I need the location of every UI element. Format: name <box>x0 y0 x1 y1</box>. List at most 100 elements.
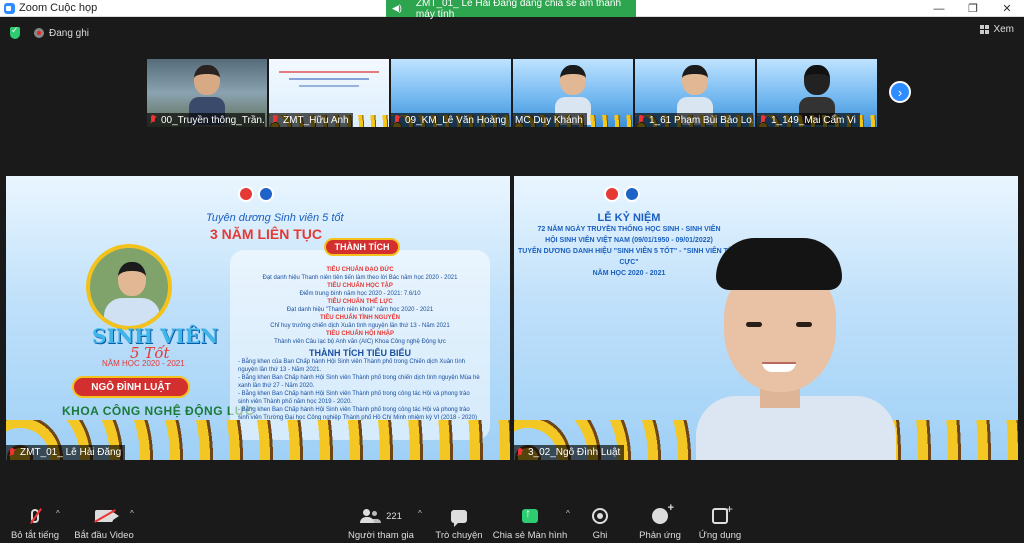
criteria-heading: TIÊU CHUẨN THỂ LỰC <box>327 299 393 305</box>
participant-thumbnail[interactable]: ZMT_Hữu Anh <box>269 59 389 127</box>
participant-name-tag: 09_KM_Lê Văn Hoàng <box>391 113 509 127</box>
highlights-title: THÀNH TÍCH TIÊU BIỂU <box>309 348 411 358</box>
minimize-icon[interactable]: — <box>922 0 956 17</box>
participant-name: 3_02_Ngô Đình Luật <box>528 447 621 458</box>
participant-thumbnail[interactable]: 1_149_Mai Cẩm Vi <box>757 59 877 127</box>
grid-view-icon <box>980 25 990 34</box>
mic-muted-icon <box>149 115 157 125</box>
achievements-badge: THÀNH TÍCH <box>324 238 400 256</box>
participant-name-tag: 00_Truyền thông_Trần... <box>147 113 265 127</box>
participants-button[interactable]: 221 Người tham gia <box>338 507 424 541</box>
participant-name-tag: ZMT_Hữu Anh <box>269 113 353 127</box>
mic-muted-icon <box>271 115 279 125</box>
record-icon <box>592 508 608 524</box>
participant-name-tag: ZMT_01_ Lê Hải Đăng <box>6 445 126 460</box>
commemoration-title: LỄ KỶ NIỆM <box>597 212 661 224</box>
mic-muted-icon <box>393 115 401 125</box>
participant-thumbnail[interactable]: 09_KM_Lê Văn Hoàng <box>391 59 511 127</box>
participants-icon <box>360 509 380 523</box>
participants-label: Người tham gia <box>348 530 414 541</box>
video-tile-right[interactable]: LỄ KỶ NIỆM 72 NĂM NGÀY TRUYỀN THỐNG HỌC … <box>514 176 1018 460</box>
highlight-item: - Bằng khen của Ban Chấp hành Hội Sinh v… <box>238 359 466 373</box>
participant-thumbnail-strip: 00_Truyền thông_Trần... ZMT_Hữu Anh 09_K… <box>147 59 877 127</box>
highlight-item: - Bằng khen Ban Chấp hành Hội Sinh viên … <box>238 375 480 389</box>
mic-muted-icon <box>516 447 524 458</box>
slide-text <box>279 71 379 93</box>
security-shield-icon[interactable] <box>10 25 20 39</box>
speaker-video <box>696 238 904 460</box>
faculty-label: KHOA CÔNG NGHỆ ĐỘNG LỰC <box>62 404 255 418</box>
youth-union-logo-icon <box>604 186 620 202</box>
window-controls: — ❐ ✕ <box>922 0 1024 17</box>
meeting-toolbar: Bỏ tắt tiếng ^ Bắt đầu Video ^ 221 Người… <box>0 502 1024 543</box>
mic-muted-icon <box>8 447 16 458</box>
participant-name-tag: 3_02_Ngô Đình Luật <box>514 445 625 460</box>
recording-label: Đang ghi <box>49 27 90 39</box>
mic-muted-icon <box>637 115 645 125</box>
participant-name-tag: MC Duy Khánh <box>513 113 587 127</box>
participant-name: MC Duy Khánh <box>515 114 583 126</box>
youth-union-logo-icon <box>238 186 254 202</box>
highlight-item: - Bằng khen Ban Chấp hành Hội Sinh viên … <box>238 391 470 405</box>
achievements-panel: THÀNH TÍCH TIÊU CHUẨN ĐẠO ĐỨC Đạt danh h… <box>230 238 490 440</box>
close-icon[interactable]: ✕ <box>990 0 1024 17</box>
participant-name: 1_149_Mai Cẩm Vi <box>771 114 856 126</box>
criteria-text: Điểm trung bình năm học 2020 - 2021: 7.6… <box>299 291 421 297</box>
video-off-icon <box>95 510 119 522</box>
chat-label: Trò chuyện <box>435 530 483 541</box>
criteria-heading: TIÊU CHUẨN TÌNH NGUYỆN <box>319 315 400 321</box>
view-label: Xem <box>993 24 1014 35</box>
school-year: NĂM HỌC 2020 - 2021 <box>102 359 185 368</box>
apps-icon <box>712 502 733 524</box>
criteria-heading: TIÊU CHUẨN ĐẠO ĐỨC <box>326 267 394 273</box>
participant-name-tag: 1_61 Phạm Bùi Bảo Lo... <box>635 113 753 127</box>
slide-big-title: 3 NĂM LIÊN TỤC <box>210 226 322 242</box>
commemoration-line: 72 NĂM NGÀY TRUYỀN THỐNG HỌC SINH - SINH… <box>537 226 721 233</box>
student-association-logo-icon <box>624 186 640 202</box>
participant-name: ZMT_01_ Lê Hải Đăng <box>20 447 122 458</box>
criteria-text: Đạt danh hiệu Thanh niên tiên tiến làm t… <box>262 275 458 281</box>
criteria-heading: TIÊU CHUẨN HỌC TẬP <box>327 283 393 289</box>
participant-name: 1_61 Phạm Bùi Bảo Lo... <box>649 114 753 126</box>
microphone-muted-icon <box>31 509 39 523</box>
audio-share-banner[interactable]: ◀) ZMT_01_ Lê Hải Đăng đang chia sẻ âm t… <box>386 0 636 20</box>
restore-icon[interactable]: ❐ <box>956 0 990 17</box>
start-video-label: Bắt đầu Video <box>74 530 134 541</box>
participant-thumbnail[interactable]: 1_61 Phạm Bùi Bảo Lo... <box>635 59 755 127</box>
video-options-caret-icon[interactable]: ^ <box>130 509 134 518</box>
start-video-button[interactable]: Bắt đầu Video <box>61 507 147 541</box>
chat-icon <box>451 509 467 527</box>
audio-options-caret-icon[interactable]: ^ <box>56 509 60 518</box>
emoji-icon <box>652 502 674 524</box>
mic-muted-icon <box>759 115 767 125</box>
video-tile-left[interactable]: Tuyên dương Sinh viên 5 tốt 3 NĂM LIÊN T… <box>6 176 510 460</box>
apps-button[interactable]: Ứng dụng <box>677 502 763 541</box>
participant-name: 09_KM_Lê Văn Hoàng <box>405 114 507 126</box>
unmute-label: Bỏ tắt tiếng <box>10 530 60 541</box>
criteria-heading: TIÊU CHUẨN HỘI NHẬP <box>325 331 394 337</box>
participant-thumbnail[interactable]: MC Duy Khánh <box>513 59 633 127</box>
recording-icon <box>34 28 44 38</box>
meeting-status-bar: Đang ghi <box>0 22 1024 44</box>
student-name-ribbon: NGÔ ĐÌNH LUẬT <box>72 376 190 398</box>
participant-name-tag: 1_149_Mai Cẩm Vi <box>757 113 860 127</box>
participant-name: 00_Truyền thông_Trần... <box>161 114 265 126</box>
slide-logos <box>238 186 274 202</box>
next-page-button[interactable]: › <box>889 81 911 103</box>
record-label: Ghi <box>592 530 608 541</box>
criteria-text: Chỉ huy trưởng chiến dịch Xuân tình nguy… <box>270 323 450 329</box>
apps-label: Ứng dụng <box>698 530 742 541</box>
participant-name: ZMT_Hữu Anh <box>283 114 349 126</box>
share-screen-icon <box>522 506 538 523</box>
participant-thumbnail[interactable]: 00_Truyền thông_Trần... <box>147 59 267 127</box>
chevron-right-icon: › <box>897 84 903 100</box>
slide-logos <box>604 186 640 202</box>
window-title: Zoom Cuộc họp <box>19 2 98 14</box>
criteria-text: Đạt danh hiệu "Thanh niên khoẻ" năm học … <box>286 307 434 313</box>
slide-campaign: Tuyên dương Sinh viên 5 tốt <box>206 212 344 224</box>
reactions-label: Phản ứng <box>639 530 681 541</box>
speaker-icon: ◀) <box>392 3 402 13</box>
criteria-text: Thành viên Câu lạc bộ Anh văn (AIC) Khoa… <box>274 339 446 345</box>
view-button[interactable]: Xem <box>980 24 1014 35</box>
student-portrait <box>86 244 172 330</box>
